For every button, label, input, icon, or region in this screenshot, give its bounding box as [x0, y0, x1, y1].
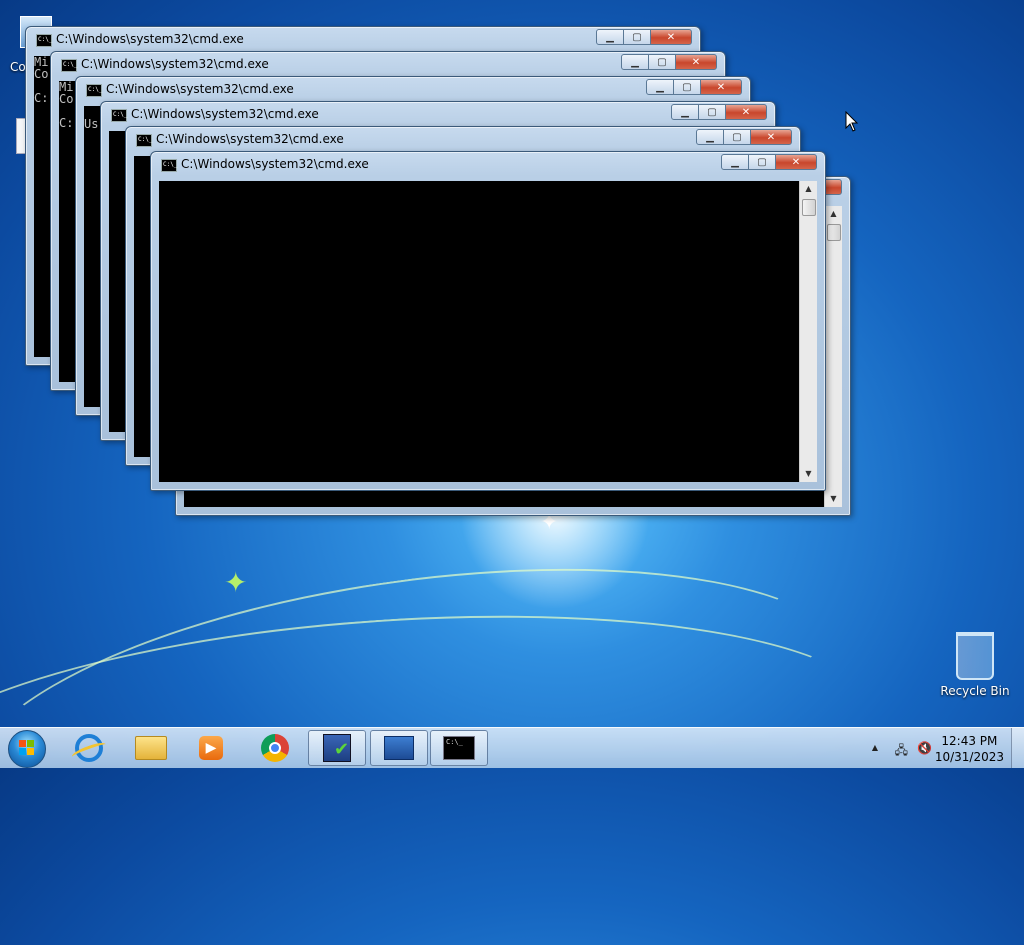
- taskbar-item-on-screen-keyboard[interactable]: [370, 730, 428, 766]
- desktop-icon-label: Co: [10, 60, 26, 74]
- window-title: C:\Windows\system32\cmd.exe: [106, 82, 294, 96]
- wallpaper-leaf: ✦: [224, 566, 248, 599]
- window-title: C:\Windows\system32\cmd.exe: [156, 132, 344, 146]
- scroll-down-arrow-icon[interactable]: ▼: [825, 491, 842, 507]
- show-hidden-icons-button[interactable]: ▲: [872, 743, 878, 752]
- minimize-button[interactable]: ▁: [621, 54, 649, 70]
- task-checklist-icon: [323, 734, 351, 762]
- close-button[interactable]: ✕: [650, 29, 692, 45]
- scroll-down-arrow-icon[interactable]: ▼: [800, 466, 817, 482]
- minimize-button[interactable]: ▁: [646, 79, 674, 95]
- scroll-thumb[interactable]: [802, 199, 816, 216]
- volume-muted-icon[interactable]: 🔇: [917, 741, 932, 755]
- maximize-button[interactable]: ▢: [699, 104, 725, 120]
- taskbar: ▶ C:\_ ▲ 🖧 🔇 12:43 PM 10/31/2023: [0, 727, 1024, 768]
- start-button[interactable]: [8, 730, 46, 768]
- window-title: C:\Windows\system32\cmd.exe: [56, 32, 244, 46]
- on-screen-keyboard-icon: [384, 736, 414, 760]
- minimize-button[interactable]: ▁: [596, 29, 624, 45]
- maximize-button[interactable]: ▢: [649, 54, 675, 70]
- network-icon[interactable]: 🖧: [895, 741, 908, 762]
- window-controls: ▁ ▢ ✕: [696, 129, 792, 145]
- window-controls: ▁ ▢ ✕: [671, 104, 767, 120]
- cmd-titlebar[interactable]: C:\_ C:\Windows\system32\cmd.exe ▁ ▢ ✕: [76, 77, 750, 103]
- maximize-button[interactable]: ▢: [724, 129, 750, 145]
- cmd-window-icon[interactable]: C:\_: [161, 159, 177, 172]
- window-controls: ▁ ▢ ✕: [596, 29, 692, 45]
- window-controls: ▁ ▢ ✕: [646, 79, 742, 95]
- minimize-button[interactable]: ▁: [696, 129, 724, 145]
- window-title: C:\Windows\system32\cmd.exe: [81, 57, 269, 71]
- system-tray: ▲ 🖧 🔇 12:43 PM 10/31/2023: [864, 728, 1024, 768]
- clock-time: 12:43 PM: [941, 734, 998, 748]
- desktop-icon-recycle-bin[interactable]: Recycle Bin: [940, 632, 1010, 698]
- close-button[interactable]: ✕: [675, 54, 717, 70]
- system-clock[interactable]: 12:43 PM 10/31/2023: [935, 733, 1004, 765]
- taskbar-item-media-player[interactable]: ▶: [182, 730, 240, 766]
- close-button[interactable]: ✕: [725, 104, 767, 120]
- close-button[interactable]: ✕: [775, 154, 817, 170]
- window-title: C:\Windows\system32\cmd.exe: [181, 157, 369, 171]
- scroll-up-arrow-icon[interactable]: ▲: [800, 181, 817, 197]
- internet-explorer-icon: [75, 734, 103, 762]
- cmd-window-icon[interactable]: C:\_: [36, 34, 52, 47]
- close-button[interactable]: ✕: [750, 129, 792, 145]
- media-player-icon: ▶: [199, 736, 223, 760]
- maximize-button[interactable]: ▢: [674, 79, 700, 95]
- cmd-window-icon[interactable]: C:\_: [61, 59, 77, 72]
- maximize-button[interactable]: ▢: [749, 154, 775, 170]
- cmd-titlebar[interactable]: C:\_ C:\Windows\system32\cmd.exe ▁ ▢ ✕: [26, 27, 700, 53]
- scroll-thumb[interactable]: [827, 224, 841, 241]
- cmd-titlebar[interactable]: C:\_ C:\Windows\system32\cmd.exe ▁ ▢ ✕: [151, 152, 825, 178]
- clock-date: 10/31/2023: [934, 750, 1004, 764]
- taskbar-item-internet-explorer[interactable]: [60, 730, 118, 766]
- chrome-icon: [261, 734, 289, 762]
- window-controls: ▁ ▢ ✕: [621, 54, 717, 70]
- desktop-icon-label: Recycle Bin: [940, 684, 1010, 698]
- cmd-titlebar[interactable]: C:\_ C:\Windows\system32\cmd.exe ▁ ▢ ✕: [126, 127, 800, 153]
- minimize-button[interactable]: ▁: [671, 104, 699, 120]
- taskbar-item-command-prompt[interactable]: C:\_: [430, 730, 488, 766]
- command-prompt-icon: C:\_: [443, 736, 475, 760]
- taskbar-item-file-explorer[interactable]: [122, 730, 180, 766]
- console-output[interactable]: [159, 181, 799, 482]
- taskbar-item-chrome[interactable]: [246, 730, 304, 766]
- vertical-scrollbar[interactable]: ▲ ▼: [824, 206, 842, 507]
- cmd-window[interactable]: C:\_ C:\Windows\system32\cmd.exe ▁ ▢ ✕ ▲…: [150, 151, 826, 491]
- show-desktop-button[interactable]: [1011, 728, 1024, 768]
- file-explorer-icon: [135, 736, 167, 760]
- window-title: C:\Windows\system32\cmd.exe: [131, 107, 319, 121]
- mouse-cursor-icon: [845, 111, 859, 132]
- scroll-up-arrow-icon[interactable]: ▲: [825, 206, 842, 222]
- close-button[interactable]: ✕: [700, 79, 742, 95]
- window-controls: ▁ ▢ ✕: [721, 154, 817, 170]
- maximize-button[interactable]: ▢: [624, 29, 650, 45]
- cmd-titlebar[interactable]: C:\_ C:\Windows\system32\cmd.exe ▁ ▢ ✕: [101, 102, 775, 128]
- cmd-window-icon[interactable]: C:\_: [86, 84, 102, 97]
- recycle-bin-icon: [956, 632, 994, 680]
- windows-logo-icon: [19, 740, 35, 756]
- vertical-scrollbar[interactable]: ▲ ▼: [799, 181, 817, 482]
- minimize-button[interactable]: ▁: [721, 154, 749, 170]
- cmd-window-icon[interactable]: C:\_: [111, 109, 127, 122]
- taskbar-item-task-checklist[interactable]: [308, 730, 366, 766]
- cmd-titlebar[interactable]: C:\_ C:\Windows\system32\cmd.exe ▁ ▢ ✕: [51, 52, 725, 78]
- cmd-window-icon[interactable]: C:\_: [136, 134, 152, 147]
